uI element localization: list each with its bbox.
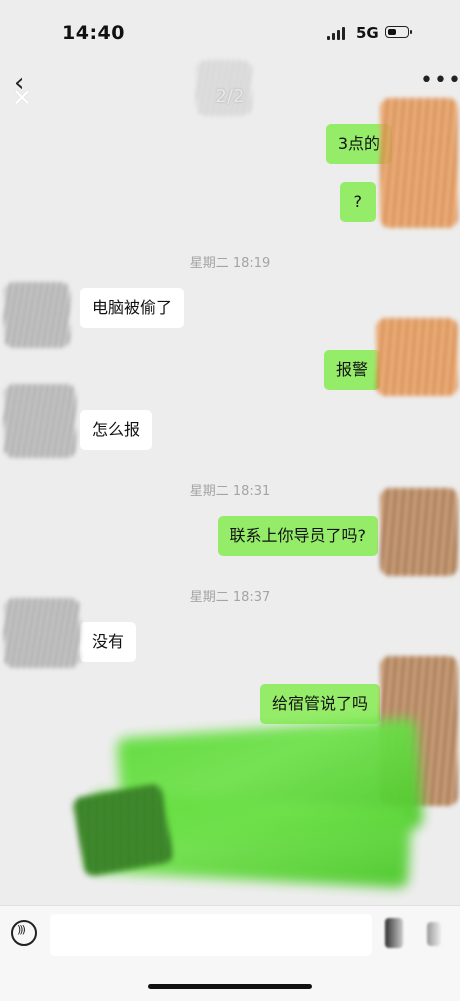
- network-label: 5G: [356, 24, 379, 42]
- battery-icon: [385, 26, 412, 38]
- message-input[interactable]: [50, 914, 372, 956]
- more-icon[interactable]: •••: [420, 70, 460, 92]
- redaction-mark: [71, 782, 175, 878]
- voice-icon[interactable]: [11, 920, 37, 946]
- message-bubble[interactable]: ?: [339, 182, 376, 222]
- plus-icon[interactable]: [427, 922, 441, 946]
- avatar: [380, 98, 458, 228]
- message-bubble[interactable]: 电脑被偷了: [80, 288, 185, 328]
- avatar: [376, 318, 458, 396]
- signal-icon: [327, 26, 349, 40]
- avatar: [4, 598, 80, 668]
- avatar: [380, 488, 458, 576]
- message-bubble[interactable]: 联系上你导员了吗?: [217, 516, 378, 556]
- message-bubble[interactable]: 给宿管说了吗: [259, 684, 380, 724]
- status-time: 14:40: [62, 22, 125, 44]
- avatar: [4, 282, 70, 348]
- avatar: [4, 384, 76, 458]
- message-bubble[interactable]: 怎么报: [80, 410, 153, 450]
- message-bubble[interactable]: 没有: [80, 622, 137, 662]
- timestamp: 星期二 18:19: [189, 256, 271, 271]
- home-indicator: [148, 984, 312, 989]
- message-bubble[interactable]: 报警: [323, 350, 380, 390]
- emoji-icon[interactable]: [385, 918, 403, 948]
- redaction-mark: [196, 60, 252, 116]
